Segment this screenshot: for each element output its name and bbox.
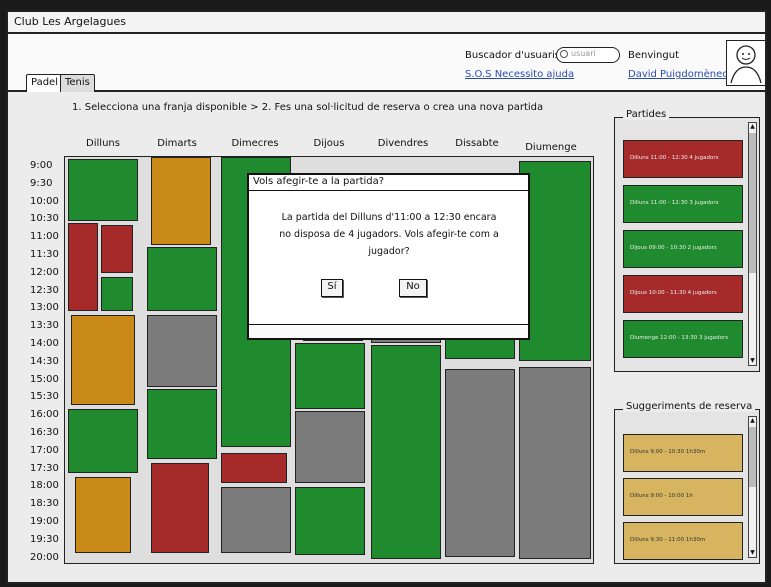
dialog-message: La partida del Dilluns d'11:00 a 12:30 e…: [279, 212, 499, 257]
slot-diumenge-1500[interactable]: [519, 367, 591, 559]
slot-divendres-1400[interactable]: [371, 345, 441, 559]
slot-dilluns-1330[interactable]: [71, 315, 135, 405]
no-button[interactable]: No: [399, 279, 427, 297]
scroll-up-icon[interactable]: ▲: [749, 123, 756, 131]
slot-dilluns-1100-b[interactable]: [101, 225, 133, 273]
slot-dimarts-1330[interactable]: [147, 315, 217, 387]
partida-item[interactable]: Dilluns 11:00 - 12:30 4 jugadors: [623, 140, 743, 178]
time-label: 14:30: [30, 355, 59, 367]
time-label: 10:00: [30, 195, 59, 207]
time-label: 14:00: [30, 338, 59, 349]
instructions: 1. Selecciona una franja disponible > 2.…: [72, 102, 544, 113]
slot-dimarts-0900[interactable]: [151, 157, 211, 245]
partida-item[interactable]: Dijous 09:00 - 10:30 2 jugadors: [623, 230, 743, 268]
suggeriments-scrollbar[interactable]: ▲ ▼: [748, 416, 757, 558]
scroll-thumb[interactable]: [749, 133, 756, 273]
time-label: 17:30: [30, 462, 59, 474]
time-label: 13:00: [30, 302, 59, 314]
day-header-diumenge: Diumenge: [525, 142, 577, 153]
window-title: Club Les Argelagues: [8, 12, 765, 34]
time-label: 9:30: [30, 177, 53, 189]
slot-dilluns-1100-a[interactable]: [68, 223, 98, 311]
partides-panel: Partides Dilluns 11:00 - 12:30 4 jugador…: [614, 109, 760, 372]
user-name-link[interactable]: David Puigdomènech: [628, 69, 734, 80]
slot-dilluns-1230[interactable]: [101, 277, 133, 311]
time-label: 13:30: [30, 320, 59, 332]
time-label: 17:00: [30, 444, 59, 456]
scroll-down-icon[interactable]: ▼: [749, 357, 756, 365]
partida-item[interactable]: Dijous 10:00 - 11:30 4 jugadors: [623, 275, 743, 313]
suggeriment-item[interactable]: Dilluns 9:30 - 11:00 1h30m: [623, 522, 743, 560]
time-label: 11:00: [30, 231, 59, 243]
slot-dimarts-1730[interactable]: [151, 463, 209, 553]
scroll-thumb[interactable]: [749, 427, 756, 487]
time-label: 16:00: [30, 409, 59, 421]
sos-help-link[interactable]: S.O.S Necessito ajuda: [465, 69, 574, 80]
app-window: Club Les Argelagues Padel Tenis Buscador…: [6, 10, 767, 584]
yes-button[interactable]: Sí: [321, 279, 343, 297]
day-header-divendres: Divendres: [377, 138, 429, 149]
time-label: 9:00: [30, 160, 53, 171]
partida-item[interactable]: Dilluns 11:00 - 12:30 3 jugadors: [623, 185, 743, 223]
suggeriments-title: Suggeriments de reserva: [623, 401, 756, 412]
time-label: 18:00: [30, 480, 59, 492]
tab-padel[interactable]: Padel: [26, 74, 63, 92]
time-label: 18:30: [30, 498, 59, 510]
slot-dijous-1430[interactable]: [295, 343, 365, 409]
time-label: 15:30: [30, 391, 59, 403]
slot-dilluns-1600[interactable]: [68, 409, 138, 473]
dialog-title: Vols afegir-te a la partida?: [249, 175, 528, 191]
slot-dimarts-1530[interactable]: [147, 389, 217, 459]
day-header-dimarts: Dimarts: [157, 138, 197, 149]
time-label: 19:00: [30, 516, 59, 527]
welcome-label: Benvingut: [628, 50, 679, 61]
time-label: 15:00: [30, 373, 59, 385]
avatar[interactable]: [726, 40, 765, 86]
time-label: 20:00: [30, 551, 59, 563]
partida-item[interactable]: Diumenge 12:00 - 13:30 3 jugadors: [623, 320, 743, 358]
partides-title: Partides: [623, 109, 670, 120]
user-avatar-icon: [730, 45, 762, 84]
day-header-dilluns: Dilluns: [86, 138, 120, 149]
slot-dilluns-1800[interactable]: [75, 477, 131, 553]
main-content: 1. Selecciona una franja disponible > 2.…: [8, 92, 765, 582]
time-label: 19:30: [30, 533, 59, 545]
slot-dissabte-1500[interactable]: [445, 369, 515, 557]
slot-dijous-1630[interactable]: [295, 411, 365, 483]
join-match-dialog: Vols afegir-te a la partida? La partida …: [247, 173, 530, 340]
dialog-footer: [249, 324, 528, 338]
search-input[interactable]: usuari: [556, 47, 620, 63]
slot-dimarts-1200[interactable]: [147, 247, 217, 311]
suggeriment-item[interactable]: Dilluns 9:00 - 10:30 1h30m: [623, 434, 743, 472]
scroll-up-icon[interactable]: ▲: [749, 417, 756, 425]
time-label: 11:30: [30, 249, 59, 260]
header: Padel Tenis Buscador d'usuaris usuari S.…: [8, 34, 765, 92]
slot-dijous-1830[interactable]: [295, 487, 365, 555]
time-label: 12:30: [30, 284, 59, 296]
partides-scrollbar[interactable]: ▲ ▼: [748, 122, 757, 366]
slot-dimecres-1730[interactable]: [221, 453, 287, 483]
day-header-dissabte: Dissabte: [455, 138, 499, 149]
time-label: 10:30: [30, 213, 59, 225]
scroll-down-icon[interactable]: ▼: [749, 549, 756, 557]
search-label: Buscador d'usuaris: [465, 50, 560, 61]
day-header-dimecres: Dimecres: [231, 138, 279, 149]
slot-dilluns-0900[interactable]: [68, 159, 138, 221]
slot-dimecres-1800[interactable]: [221, 487, 291, 553]
suggeriments-panel: Suggeriments de reserva Dilluns 9:00 - 1…: [614, 401, 760, 564]
time-label: 16:30: [30, 427, 59, 438]
search-icon: [560, 50, 568, 58]
suggeriment-item[interactable]: Dilluns 9:00 - 10:00 1h: [623, 478, 743, 516]
time-label: 12:00: [30, 266, 59, 278]
tab-tenis[interactable]: Tenis: [60, 74, 95, 92]
day-header-dijous: Dijous: [313, 138, 345, 149]
